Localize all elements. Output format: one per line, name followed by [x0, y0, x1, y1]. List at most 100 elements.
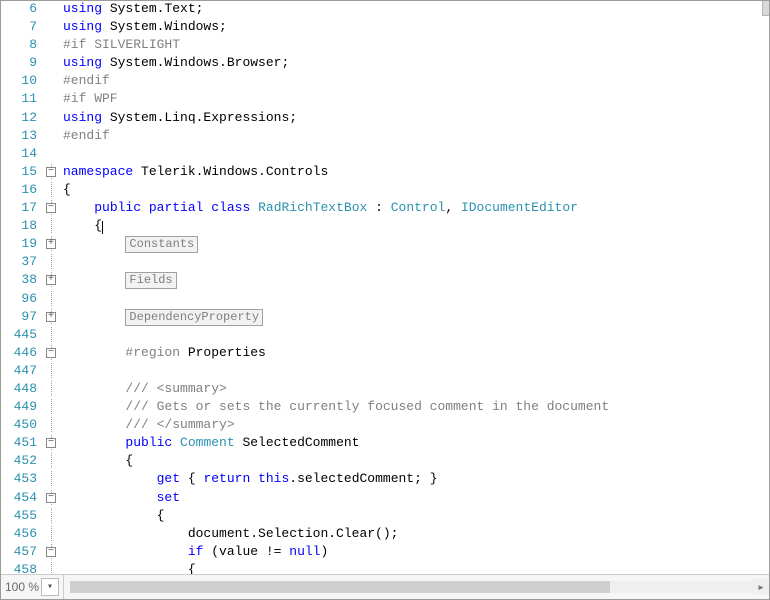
- fold-collapse-icon[interactable]: −: [46, 167, 56, 177]
- code-line[interactable]: 456 document.Selection.Clear();: [1, 526, 769, 544]
- code-line[interactable]: 447: [1, 363, 769, 381]
- code-content[interactable]: #endif: [61, 128, 769, 143]
- code-line[interactable]: 451− public Comment SelectedComment: [1, 435, 769, 453]
- collapsed-region[interactable]: DependencyProperty: [125, 309, 263, 326]
- code-content[interactable]: /// Gets or sets the currently focused c…: [61, 399, 769, 414]
- gutter: 38+: [1, 272, 61, 287]
- code-content[interactable]: {: [61, 453, 769, 468]
- zoom-level: 100 %: [5, 580, 39, 594]
- code-content[interactable]: namespace Telerik.Windows.Controls: [61, 164, 769, 179]
- code-content[interactable]: #if SILVERLIGHT: [61, 37, 769, 52]
- code-token: [63, 471, 157, 486]
- code-line[interactable]: 448 /// <summary>: [1, 381, 769, 399]
- code-content[interactable]: public partial class RadRichTextBox : Co…: [61, 200, 769, 215]
- code-content[interactable]: #region Properties: [61, 345, 769, 360]
- code-content[interactable]: #endif: [61, 73, 769, 88]
- code-line[interactable]: 452 {: [1, 453, 769, 471]
- code-content[interactable]: set: [61, 490, 769, 505]
- code-line[interactable]: 457− if (value != null): [1, 544, 769, 562]
- collapsed-region[interactable]: Fields: [125, 272, 176, 289]
- gutter: 454−: [1, 490, 61, 505]
- code-line[interactable]: 449 /// Gets or sets the currently focus…: [1, 399, 769, 417]
- scrollbar-thumb[interactable]: [70, 581, 610, 593]
- code-content[interactable]: /// <summary>: [61, 381, 769, 396]
- fold-collapse-icon[interactable]: −: [46, 203, 56, 213]
- horizontal-scrollbar[interactable]: ▸: [70, 578, 769, 596]
- code-content[interactable]: document.Selection.Clear();: [61, 526, 769, 541]
- code-line[interactable]: 14: [1, 146, 769, 164]
- code-line[interactable]: 16{: [1, 182, 769, 200]
- code-line[interactable]: 446− #region Properties: [1, 345, 769, 363]
- fold-collapse-icon[interactable]: −: [46, 547, 56, 557]
- fold-expand-icon[interactable]: +: [46, 239, 56, 249]
- code-content[interactable]: {: [61, 182, 769, 197]
- line-number: 14: [1, 146, 43, 161]
- scrollbar-right-arrow[interactable]: ▸: [753, 579, 769, 595]
- code-line[interactable]: 7using System.Windows;: [1, 19, 769, 37]
- code-line[interactable]: 12using System.Linq.Expressions;: [1, 110, 769, 128]
- code-token: #if SILVERLIGHT: [63, 37, 180, 52]
- fold-collapse-icon[interactable]: −: [46, 348, 56, 358]
- code-content[interactable]: DependencyProperty: [61, 309, 769, 326]
- code-line[interactable]: 97+ DependencyProperty: [1, 309, 769, 327]
- code-area[interactable]: 6using System.Text;7using System.Windows…: [1, 1, 769, 575]
- code-line[interactable]: 453 get { return this.selectedComment; }: [1, 471, 769, 489]
- code-content[interactable]: {: [61, 218, 769, 233]
- code-content[interactable]: Fields: [61, 272, 769, 289]
- code-token: ,: [445, 200, 461, 215]
- code-content[interactable]: get { return this.selectedComment; }: [61, 471, 769, 486]
- fold-expand-icon[interactable]: +: [46, 275, 56, 285]
- fold-collapse-icon[interactable]: −: [46, 438, 56, 448]
- collapsed-region[interactable]: Constants: [125, 236, 198, 253]
- gutter: 451−: [1, 435, 61, 450]
- code-token: {: [180, 471, 203, 486]
- code-content[interactable]: {: [61, 508, 769, 523]
- fold-gutter: −: [43, 200, 61, 215]
- code-line[interactable]: 9using System.Windows.Browser;: [1, 55, 769, 73]
- code-line[interactable]: 10#endif: [1, 73, 769, 91]
- code-token: Telerik.Windows.Controls: [133, 164, 328, 179]
- line-number: 456: [1, 526, 43, 541]
- code-content[interactable]: using System.Text;: [61, 1, 769, 16]
- code-line[interactable]: 11#if WPF: [1, 91, 769, 109]
- code-line[interactable]: 37: [1, 254, 769, 272]
- line-number: 19: [1, 236, 43, 251]
- code-content[interactable]: using System.Windows.Browser;: [61, 55, 769, 70]
- code-token: #if WPF: [63, 91, 118, 106]
- fold-gutter: −: [43, 490, 61, 505]
- code-content[interactable]: if (value != null): [61, 544, 769, 559]
- code-line[interactable]: 15−namespace Telerik.Windows.Controls: [1, 164, 769, 182]
- gutter: 447: [1, 363, 61, 378]
- code-token: [63, 345, 125, 360]
- code-content[interactable]: using System.Windows;: [61, 19, 769, 34]
- code-content[interactable]: Constants: [61, 236, 769, 253]
- code-line[interactable]: 38+ Fields: [1, 272, 769, 290]
- code-token: #endif: [63, 128, 110, 143]
- code-line[interactable]: 17− public partial class RadRichTextBox …: [1, 200, 769, 218]
- fold-expand-icon[interactable]: +: [46, 312, 56, 322]
- code-content[interactable]: /// </summary>: [61, 417, 769, 432]
- line-number: 450: [1, 417, 43, 432]
- code-line[interactable]: 6using System.Text;: [1, 1, 769, 19]
- code-token: :: [367, 200, 390, 215]
- code-content[interactable]: #if WPF: [61, 91, 769, 106]
- fold-gutter: [43, 508, 61, 523]
- fold-collapse-icon[interactable]: −: [46, 493, 56, 503]
- code-content[interactable]: using System.Linq.Expressions;: [61, 110, 769, 125]
- code-line[interactable]: 445: [1, 327, 769, 345]
- code-line[interactable]: 19+ Constants: [1, 236, 769, 254]
- code-line[interactable]: 450 /// </summary>: [1, 417, 769, 435]
- line-number: 457: [1, 544, 43, 559]
- code-content[interactable]: public Comment SelectedComment: [61, 435, 769, 450]
- code-token: using: [63, 110, 102, 125]
- zoom-dropdown-button[interactable]: ▾: [41, 578, 59, 596]
- code-token: Comment: [180, 435, 235, 450]
- code-line[interactable]: 454− set: [1, 490, 769, 508]
- code-line[interactable]: 8#if SILVERLIGHT: [1, 37, 769, 55]
- code-line[interactable]: 96: [1, 291, 769, 309]
- code-token: .selectedComment; }: [289, 471, 437, 486]
- code-line[interactable]: 13#endif: [1, 128, 769, 146]
- code-line[interactable]: 18 {: [1, 218, 769, 236]
- code-line[interactable]: 455 {: [1, 508, 769, 526]
- code-token: Gets or sets the currently focused comme…: [157, 399, 609, 414]
